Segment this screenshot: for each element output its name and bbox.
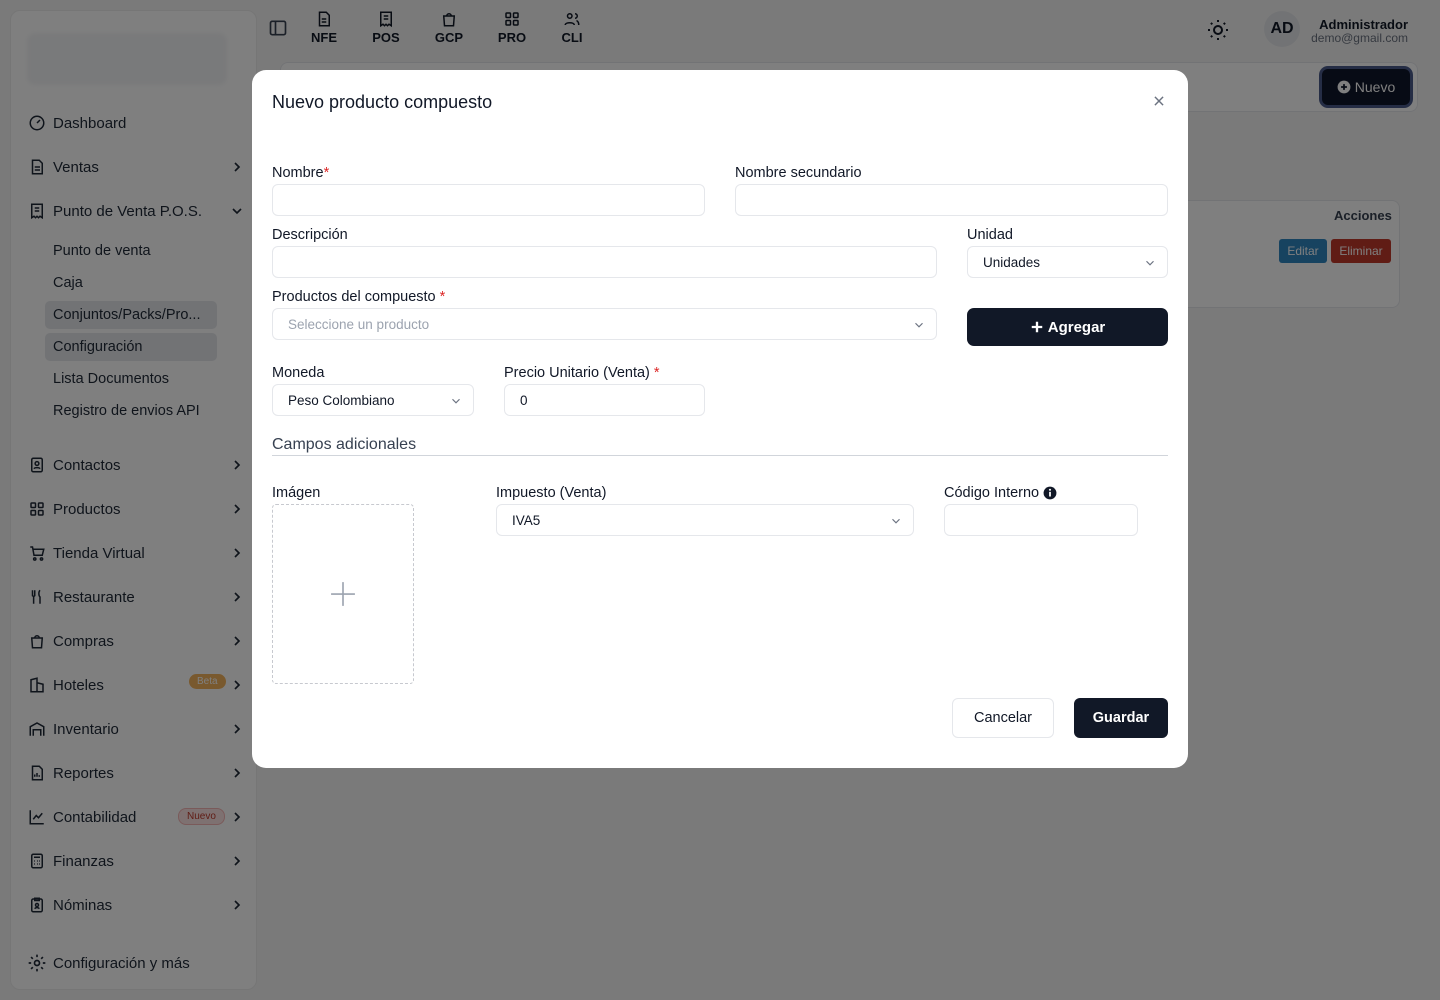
price-field[interactable]: 0 [504,384,705,416]
name-label: Nombre* [272,165,330,181]
plus-icon [331,582,355,606]
tax-select-value: IVA5 [512,512,541,528]
info-icon[interactable] [1043,486,1057,500]
close-icon[interactable] [1152,94,1166,108]
save-button[interactable]: Guardar [1074,698,1168,738]
image-label: Imágen [272,485,321,501]
price-label: Precio Unitario (Venta) * [504,365,660,381]
plus-icon [1031,321,1042,333]
new-composite-product-modal: Nuevo producto compuesto Nombre* Nombre … [252,70,1188,768]
products-label: Productos del compuesto * [272,289,446,305]
section-divider [272,455,1168,456]
secondary-name-label: Nombre secundario [735,165,862,181]
secondary-name-field[interactable] [735,184,1168,216]
internal-code-field[interactable] [944,504,1138,536]
cancel-button[interactable]: Cancelar [952,698,1054,738]
tax-select[interactable]: IVA5 [496,504,914,536]
currency-select-value: Peso Colombiano [288,392,395,408]
tax-label: Impuesto (Venta) [496,485,607,501]
unit-select[interactable]: Unidades [967,246,1168,278]
product-select-placeholder: Seleccione un producto [288,316,430,332]
internal-code-label: Código Interno [944,485,1057,501]
image-upload[interactable] [272,504,414,684]
product-select[interactable]: Seleccione un producto [272,308,937,340]
unit-label: Unidad [967,227,1013,243]
currency-label: Moneda [272,365,325,381]
add-product-button[interactable]: Agregar [967,308,1168,346]
description-field[interactable] [272,246,937,278]
modal-title: Nuevo producto compuesto [272,92,493,112]
description-label: Descripción [272,227,348,243]
additional-fields-heading: Campos adicionales [272,436,417,453]
chevron-down-icon [915,322,923,328]
chevron-down-icon [892,518,900,524]
unit-select-value: Unidades [983,254,1041,270]
chevron-down-icon [1146,260,1154,266]
currency-select[interactable]: Peso Colombiano [272,384,474,416]
name-field[interactable] [272,184,705,216]
add-button-label: Agregar [1047,318,1106,336]
chevron-down-icon [452,398,460,404]
